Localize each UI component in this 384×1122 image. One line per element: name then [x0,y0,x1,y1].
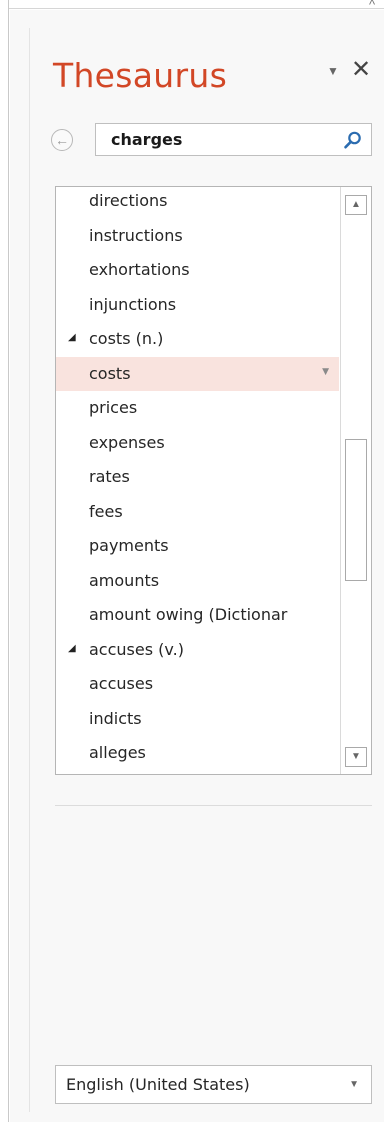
result-item[interactable]: exhortations [56,253,339,287]
pane-left-edge [0,0,9,1122]
result-text: injunctions [89,294,177,314]
result-text: rates [89,467,130,486]
result-text: indicts [89,708,142,728]
result-item[interactable]: injunctions [56,288,339,322]
result-text: expenses [89,432,165,452]
result-item[interactable]: indicts [56,702,339,736]
result-item[interactable]: instructions [56,219,339,253]
result-item[interactable]: payments [56,529,339,563]
row-dropdown-icon[interactable]: ▼ [322,357,329,387]
pane-divider-line [29,28,30,1112]
scroll-up-button[interactable]: ▲ [345,195,367,215]
back-arrow-icon[interactable]: ← [51,129,73,151]
result-text: prices [89,398,138,417]
result-text: directions [89,191,168,210]
result-text: accuses (v.) [89,639,184,659]
result-heading[interactable]: ◢ costs (n.) [56,322,339,356]
close-icon[interactable]: ✕ [350,58,372,82]
expand-collapse-triangle-icon[interactable]: ◢ [68,322,76,353]
search-input[interactable] [111,124,331,155]
search-icon[interactable] [343,130,363,150]
result-text: accuses [89,674,154,693]
result-item[interactable]: prices [56,391,339,425]
result-heading[interactable]: ◢ accuses (v.) [56,633,339,667]
section-divider [55,805,372,806]
result-text: fees [89,501,123,521]
expand-collapse-triangle-icon[interactable]: ◢ [68,633,76,664]
result-item[interactable]: amount owing (Dictionar [56,598,339,632]
result-text: amounts [89,570,160,590]
result-text: costs (n.) [89,329,164,348]
result-text: exhortations [89,260,190,279]
result-text: instructions [89,225,183,245]
result-text: alleges [89,743,146,762]
result-item[interactable]: fees [56,495,339,529]
pane-title: Thesaurus [53,56,228,95]
language-select-value: English (United States) [66,1075,250,1094]
scroll-thumb[interactable] [345,439,367,581]
result-item[interactable]: rates [56,460,339,494]
result-item[interactable]: directions [56,187,339,218]
result-item[interactable]: accuses [56,667,339,701]
search-box[interactable] [95,123,372,156]
vertical-scrollbar[interactable]: ▲ ▼ [340,187,371,774]
scroll-down-button[interactable]: ▼ [345,747,367,767]
window-top-edge [0,0,384,9]
language-select[interactable]: English (United States) ▼ [55,1065,372,1104]
result-item[interactable]: alleges [56,736,339,770]
pane-options-dropdown-icon[interactable]: ▼ [324,62,342,80]
result-item[interactable]: costs ▼ [56,356,339,391]
result-item[interactable]: amounts [56,564,339,598]
result-text: amount owing (Dictionar [89,605,288,624]
thesaurus-results-list[interactable]: directions instructions exhortations injunc… [55,186,372,775]
result-text: costs [89,363,131,383]
result-text: payments [89,536,169,555]
result-item[interactable]: expenses [56,426,339,460]
chevron-down-icon: ▼ [349,1079,359,1090]
